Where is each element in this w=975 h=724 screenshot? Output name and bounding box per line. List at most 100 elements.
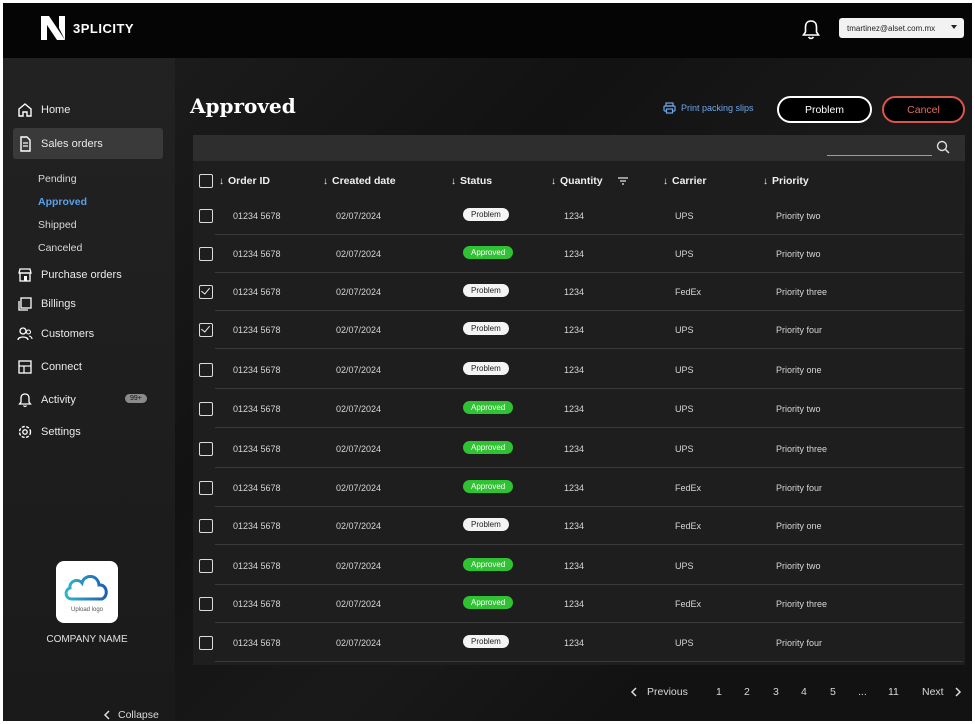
table-header: ↓ Order ID ↓ Created date ↓ Status ↓ Quantit…	[193, 165, 965, 199]
column-header-status[interactable]: ↓ Status	[451, 175, 492, 187]
cell-quantity: 1234	[564, 249, 585, 259]
connect-icon	[18, 360, 32, 374]
cell-quantity: 1234	[564, 287, 585, 297]
page-3[interactable]: 3	[773, 686, 779, 698]
collapse-sidebar-button[interactable]: Collapse	[102, 709, 159, 721]
cell-quantity: 1234	[564, 521, 585, 531]
company-logo-upload[interactable]: Upload logo	[56, 561, 118, 623]
page-11[interactable]: 11	[888, 686, 899, 698]
row-checkbox[interactable]	[199, 559, 213, 573]
store-icon	[18, 268, 32, 282]
app-window: 3PLICITY tmartinez@alset.com.mx Home Sal…	[3, 3, 972, 721]
select-all-checkbox[interactable]	[199, 174, 213, 188]
sort-arrow-icon: ↓	[451, 175, 456, 187]
column-header-created-date[interactable]: ↓ Created date	[323, 175, 396, 187]
cell-order-id: 01234 5678	[233, 249, 281, 259]
previous-page-button[interactable]: Previous	[630, 686, 688, 698]
table-row[interactable]: 01234 5678 02/07/2024 Approved 1234 FedEx Pri…	[193, 469, 965, 507]
cell-carrier: UPS	[675, 444, 694, 454]
row-checkbox[interactable]	[199, 363, 213, 377]
sidebar-item-sales-orders[interactable]: Sales orders	[13, 128, 163, 159]
print-packing-slips-link[interactable]: Print packing slips	[663, 102, 754, 114]
sidebar-subitem-approved[interactable]: Approved	[38, 196, 87, 208]
table-row[interactable]: 01234 5678 02/07/2024 Problem 1234 UPS Priori…	[193, 351, 965, 389]
row-checkbox[interactable]	[199, 323, 213, 337]
row-checkbox[interactable]	[199, 247, 213, 261]
table-row[interactable]: 01234 5678 02/07/2024 Approved 1234 UPS Prior…	[193, 547, 965, 585]
row-divider	[215, 348, 963, 349]
sidebar-subitem-canceled[interactable]: Canceled	[38, 242, 82, 254]
page-4[interactable]: 4	[801, 686, 807, 698]
row-checkbox[interactable]	[199, 442, 213, 456]
cell-priority: Priority four	[776, 325, 823, 335]
search-icon[interactable]	[936, 140, 950, 154]
row-checkbox[interactable]	[199, 209, 213, 223]
sidebar-item-billings[interactable]: Billings	[13, 289, 163, 319]
table-row[interactable]: 01234 5678 02/07/2024 Approved 1234 UPS Prior…	[193, 235, 965, 273]
page-5[interactable]: 5	[830, 686, 836, 698]
cell-created-date: 02/07/2024	[336, 325, 382, 335]
sidebar-item-label: Customers	[41, 328, 95, 340]
sidebar-item-label: Billings	[41, 298, 76, 310]
status-badge: Approved	[463, 441, 514, 454]
cell-priority: Priority four	[776, 638, 823, 648]
cell-order-id: 01234 5678	[233, 521, 281, 531]
account-dropdown[interactable]: tmartinez@alset.com.mx	[839, 18, 964, 38]
billing-icon	[18, 297, 32, 311]
cell-created-date: 02/07/2024	[336, 483, 382, 493]
column-header-priority[interactable]: ↓ Priority	[763, 175, 809, 187]
column-header-carrier[interactable]: ↓ Carrier	[663, 175, 706, 187]
sidebar-item-activity[interactable]: Activity 99+	[13, 385, 163, 415]
problem-button[interactable]: Problem	[777, 96, 872, 123]
notification-bell-icon[interactable]	[801, 19, 821, 41]
cell-quantity: 1234	[564, 325, 585, 335]
sidebar-subitem-pending[interactable]: Pending	[38, 173, 77, 185]
cell-carrier: FedEx	[675, 521, 702, 531]
row-checkbox[interactable]	[199, 597, 213, 611]
search-input[interactable]	[827, 155, 932, 156]
table-row[interactable]: 01234 5678 02/07/2024 Problem 1234 UPS Priori…	[193, 624, 965, 662]
sidebar-item-home[interactable]: Home	[13, 95, 163, 125]
table-row[interactable]: 01234 5678 02/07/2024 Problem 1234 UPS Priori…	[193, 197, 965, 235]
sidebar-item-settings[interactable]: Settings	[13, 417, 163, 447]
company-name: COMPANY NAME	[46, 634, 128, 645]
table-row[interactable]: 01234 5678 02/07/2024 Problem 1234 FedEx Prio…	[193, 507, 965, 545]
page-ellipsis: ...	[858, 686, 867, 698]
row-checkbox[interactable]	[199, 481, 213, 495]
cell-priority: Priority three	[776, 599, 828, 609]
table-row[interactable]: 01234 5678 02/07/2024 Problem 1234 FedEx Prio…	[193, 273, 965, 311]
cell-carrier: UPS	[675, 211, 694, 221]
app-logo[interactable]: 3PLICITY	[39, 14, 134, 42]
sidebar-subitem-shipped[interactable]: Shipped	[38, 219, 77, 231]
row-checkbox[interactable]	[199, 402, 213, 416]
page-2[interactable]: 2	[744, 686, 750, 698]
cell-quantity: 1234	[564, 599, 585, 609]
account-email: tmartinez@alset.com.mx	[847, 23, 936, 33]
next-page-button[interactable]: Next	[922, 686, 962, 698]
cell-carrier: FedEx	[675, 599, 702, 609]
row-checkbox[interactable]	[199, 636, 213, 650]
table-row[interactable]: 01234 5678 02/07/2024 Approved 1234 UPS Prior…	[193, 430, 965, 468]
sidebar-item-purchase-orders[interactable]: Purchase orders	[13, 260, 163, 290]
cell-priority: Priority three	[776, 287, 828, 297]
table-row[interactable]: 01234 5678 02/07/2024 Approved 1234 UPS Prior…	[193, 390, 965, 428]
column-header-quantity[interactable]: ↓ Quantity	[551, 175, 629, 187]
main-content: Approved Print packing slips Problem Can…	[175, 58, 972, 721]
table-row[interactable]: 01234 5678 02/07/2024 Problem 1234 UPS Priori…	[193, 311, 965, 349]
row-divider	[215, 467, 963, 468]
cell-order-id: 01234 5678	[233, 444, 281, 454]
cell-order-id: 01234 5678	[233, 325, 281, 335]
column-label: Order ID	[228, 175, 271, 187]
cancel-button[interactable]: Cancel	[882, 96, 965, 123]
filter-icon[interactable]	[617, 176, 629, 186]
table-row[interactable]: 01234 5678 02/07/2024 Approved 1234 FedEx Pri…	[193, 585, 965, 623]
column-header-order-id[interactable]: ↓ Order ID	[219, 175, 270, 187]
sidebar-item-connect[interactable]: Connect	[13, 352, 163, 382]
row-divider	[215, 388, 963, 389]
row-checkbox[interactable]	[199, 519, 213, 533]
row-checkbox[interactable]	[199, 285, 213, 299]
page-1[interactable]: 1	[716, 686, 722, 698]
chevron-left-icon	[103, 710, 110, 720]
cell-carrier: UPS	[675, 638, 694, 648]
sidebar-item-customers[interactable]: Customers	[13, 319, 163, 349]
